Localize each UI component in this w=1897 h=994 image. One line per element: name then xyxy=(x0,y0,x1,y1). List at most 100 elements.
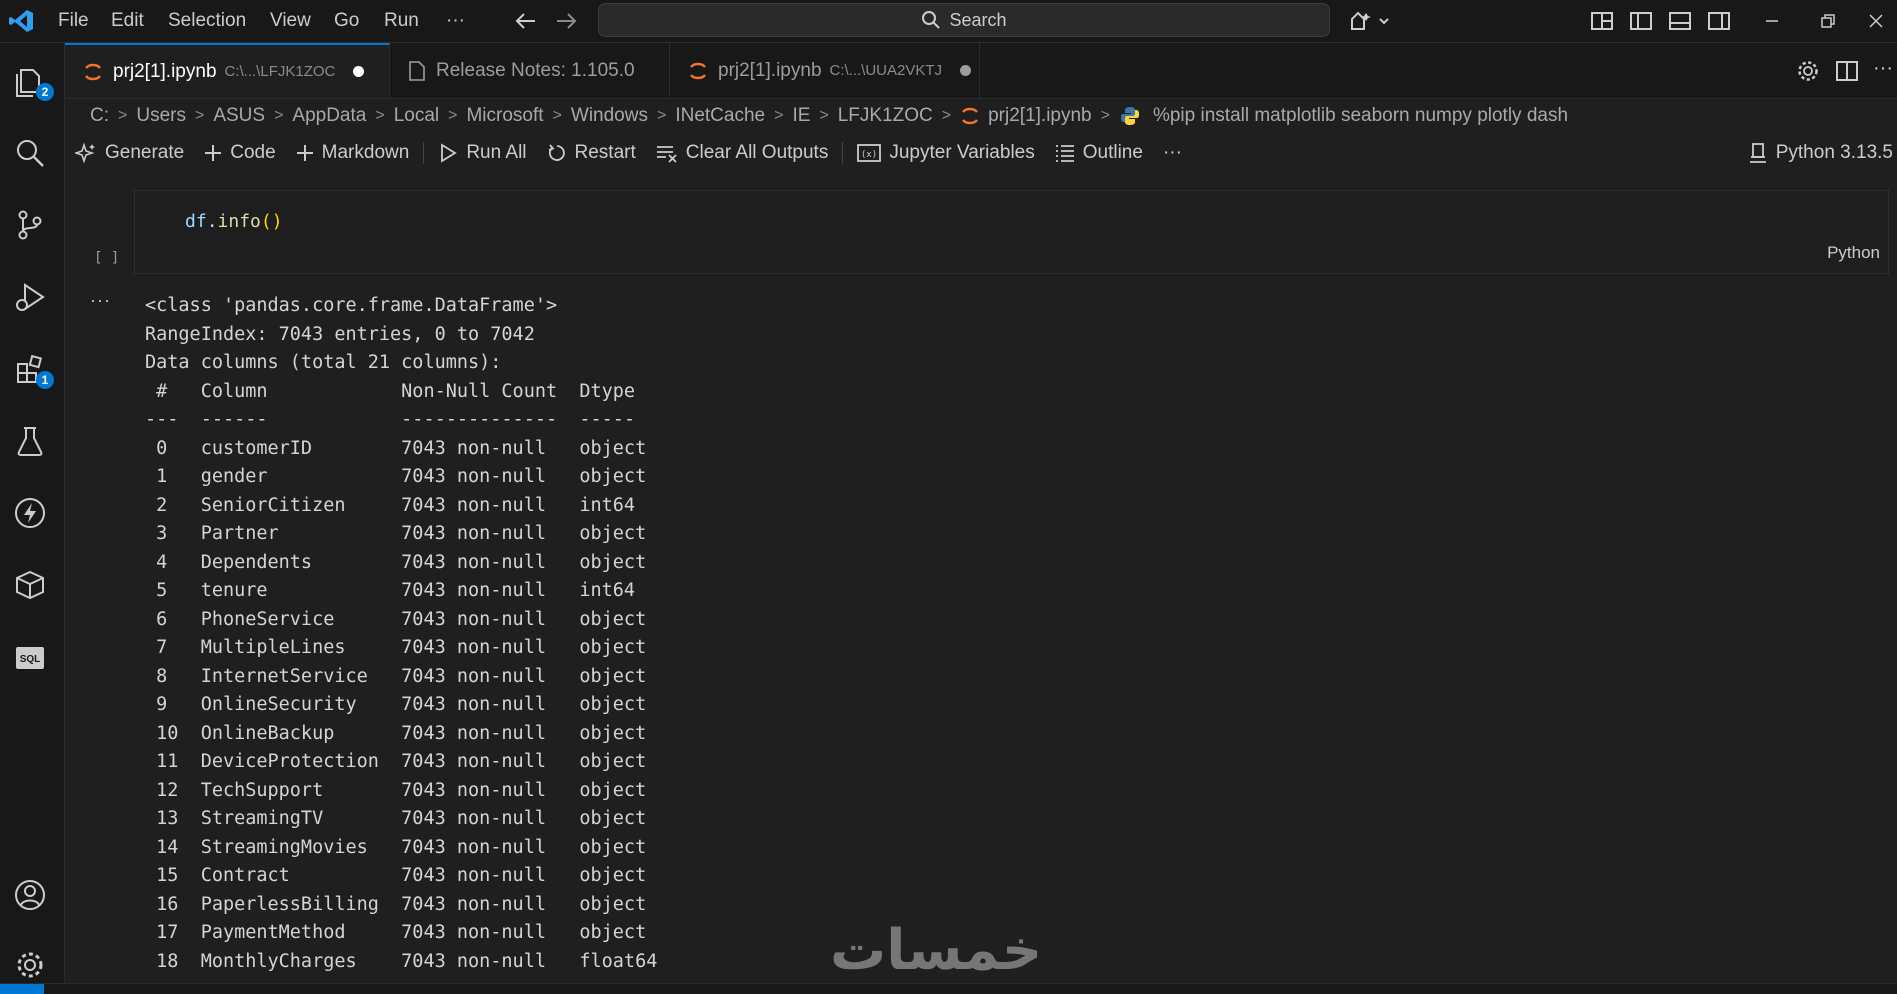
explorer-icon[interactable]: 2 xyxy=(8,59,54,103)
menu-more[interactable]: ··· xyxy=(446,0,465,42)
restart-button[interactable]: Restart xyxy=(537,136,646,170)
customize-layout-icon[interactable] xyxy=(1591,11,1613,31)
variables-icon: (x) xyxy=(857,143,882,163)
execution-count[interactable]: [ ] xyxy=(94,250,119,266)
python-icon xyxy=(1119,105,1141,127)
code-variable: df xyxy=(185,211,207,232)
markdown-label: Markdown xyxy=(321,142,410,163)
breadcrumb-item[interactable]: %pip install matplotlib seaborn numpy pl… xyxy=(1153,105,1568,127)
breadcrumb-item[interactable]: Users xyxy=(136,105,186,127)
explorer-badge: 2 xyxy=(36,83,54,101)
menu-selection[interactable]: Selection xyxy=(168,0,246,42)
chevron-right-icon: > xyxy=(656,107,667,124)
jupyter-variables-label: Jupyter Variables xyxy=(889,142,1035,163)
outline-label: Outline xyxy=(1082,142,1143,163)
chevron-right-icon: > xyxy=(1100,107,1110,124)
menu-edit[interactable]: Edit xyxy=(111,0,144,42)
breadcrumb-item[interactable]: INetCache xyxy=(675,105,765,127)
code-label: Code xyxy=(230,142,276,163)
menu-file[interactable]: File xyxy=(58,0,89,42)
tab-release-notes[interactable]: Release Notes: 1.105.0 xyxy=(390,43,670,98)
clear-all-icon xyxy=(656,143,678,163)
breadcrumb-item[interactable]: AppData xyxy=(292,105,366,127)
unsaved-dot-icon[interactable] xyxy=(960,65,972,76)
toggle-panel-icon[interactable] xyxy=(1669,11,1691,31)
menu-view[interactable]: View xyxy=(270,0,311,42)
chevron-right-icon: > xyxy=(448,107,458,124)
code-cell[interactable]: df.info() Python xyxy=(134,190,1889,274)
status-bar xyxy=(0,983,1897,994)
jupyter-icon xyxy=(83,62,103,82)
breadcrumb-item[interactable]: Microsoft xyxy=(466,105,543,127)
chevron-right-icon: > xyxy=(274,107,284,124)
chevron-right-icon: > xyxy=(194,107,205,124)
tab-prj2-lfjk1zoc[interactable]: prj2[1].ipynb C:\...\LFJK1ZOC xyxy=(65,43,390,98)
command-center-search[interactable]: Search xyxy=(598,3,1330,37)
play-icon xyxy=(438,143,458,163)
extensions-icon[interactable]: 1 xyxy=(8,347,54,391)
restart-label: Restart xyxy=(574,142,636,163)
chevron-right-icon: > xyxy=(774,107,784,124)
output-more-actions-icon[interactable]: ··· xyxy=(90,290,111,311)
source-control-icon[interactable] xyxy=(8,203,52,247)
breadcrumb-item[interactable]: ASUS xyxy=(213,105,265,127)
kernel-picker[interactable]: Python 3.13.5 xyxy=(1748,135,1893,171)
tab-path: C:\...\LFJK1ZOC xyxy=(224,63,336,80)
chevron-right-icon: > xyxy=(375,107,385,124)
settings-gear-icon[interactable] xyxy=(8,943,52,987)
copilot-icon[interactable] xyxy=(1348,9,1392,33)
testing-icon[interactable] xyxy=(8,419,52,463)
lightning-icon[interactable] xyxy=(8,491,52,535)
toolbar-more-button[interactable]: ··· xyxy=(1153,136,1192,170)
jupyter-variables-button[interactable]: (x) Jupyter Variables xyxy=(847,136,1044,170)
menu-run[interactable]: Run xyxy=(384,0,419,42)
breadcrumb-item[interactable]: Local xyxy=(394,105,439,127)
breadcrumb-item[interactable]: IE xyxy=(792,105,810,127)
cell-output-text: <class 'pandas.core.frame.DataFrame'> Ra… xyxy=(145,295,658,972)
vscode-logo-icon xyxy=(8,9,34,33)
add-code-cell-button[interactable]: Code xyxy=(194,136,285,170)
plus-icon xyxy=(204,144,222,162)
run-all-label: Run All xyxy=(466,142,527,163)
notebook-settings-gear-icon[interactable] xyxy=(1796,59,1820,83)
activity-bar: 2 1 SQL xyxy=(0,43,65,983)
account-icon[interactable] xyxy=(8,873,52,917)
breadcrumb-item[interactable]: Windows xyxy=(571,105,648,127)
more-actions-icon[interactable]: ··· xyxy=(1873,57,1893,80)
cell-code-editor[interactable]: df.info() xyxy=(185,211,283,232)
outline-button[interactable]: Outline xyxy=(1045,136,1153,170)
run-debug-icon[interactable] xyxy=(8,275,52,319)
split-editor-icon[interactable] xyxy=(1835,59,1859,83)
breadcrumb-item[interactable]: LFJK1ZOC xyxy=(838,105,933,127)
clear-all-outputs-button[interactable]: Clear All Outputs xyxy=(646,136,839,170)
cell-language-label[interactable]: Python xyxy=(1827,243,1880,263)
toggle-secondary-sidebar-icon[interactable] xyxy=(1708,11,1730,31)
breadcrumb-item[interactable]: C: xyxy=(90,105,109,127)
toggle-primary-sidebar-icon[interactable] xyxy=(1630,11,1652,31)
search-view-icon[interactable] xyxy=(8,131,52,175)
breadcrumb-item[interactable]: prj2[1].ipynb xyxy=(988,105,1092,127)
plus-icon xyxy=(296,144,314,162)
back-arrow-icon[interactable] xyxy=(514,11,538,31)
code-dot: . xyxy=(206,211,218,232)
tab-path: C:\...\UUA2VKTJ xyxy=(829,62,943,79)
tab-prj2-uua2vktj[interactable]: prj2[1].ipynb C:\...\UUA2VKTJ xyxy=(670,43,980,98)
run-all-button[interactable]: Run All xyxy=(428,136,536,170)
notebook-toolbar: Generate Code Markdown Run All Restart C… xyxy=(65,135,1897,171)
extensions-badge: 1 xyxy=(36,371,54,389)
chevron-right-icon: > xyxy=(118,107,128,124)
menu-go[interactable]: Go xyxy=(334,0,359,42)
minimize-icon[interactable] xyxy=(1762,11,1782,31)
forward-arrow-icon[interactable] xyxy=(554,11,578,31)
chevron-right-icon: > xyxy=(819,107,829,124)
generate-button[interactable]: Generate xyxy=(65,136,194,170)
cube-icon[interactable] xyxy=(8,563,52,607)
restore-icon[interactable] xyxy=(1818,11,1838,31)
sql-icon-label: SQL xyxy=(20,654,41,665)
unsaved-dot-icon[interactable] xyxy=(353,66,365,77)
sql-icon[interactable]: SQL xyxy=(8,635,52,679)
svg-text:(x): (x) xyxy=(861,150,877,160)
close-window-icon[interactable] xyxy=(1866,11,1886,31)
add-markdown-cell-button[interactable]: Markdown xyxy=(286,136,420,170)
chevron-right-icon: > xyxy=(552,107,562,124)
